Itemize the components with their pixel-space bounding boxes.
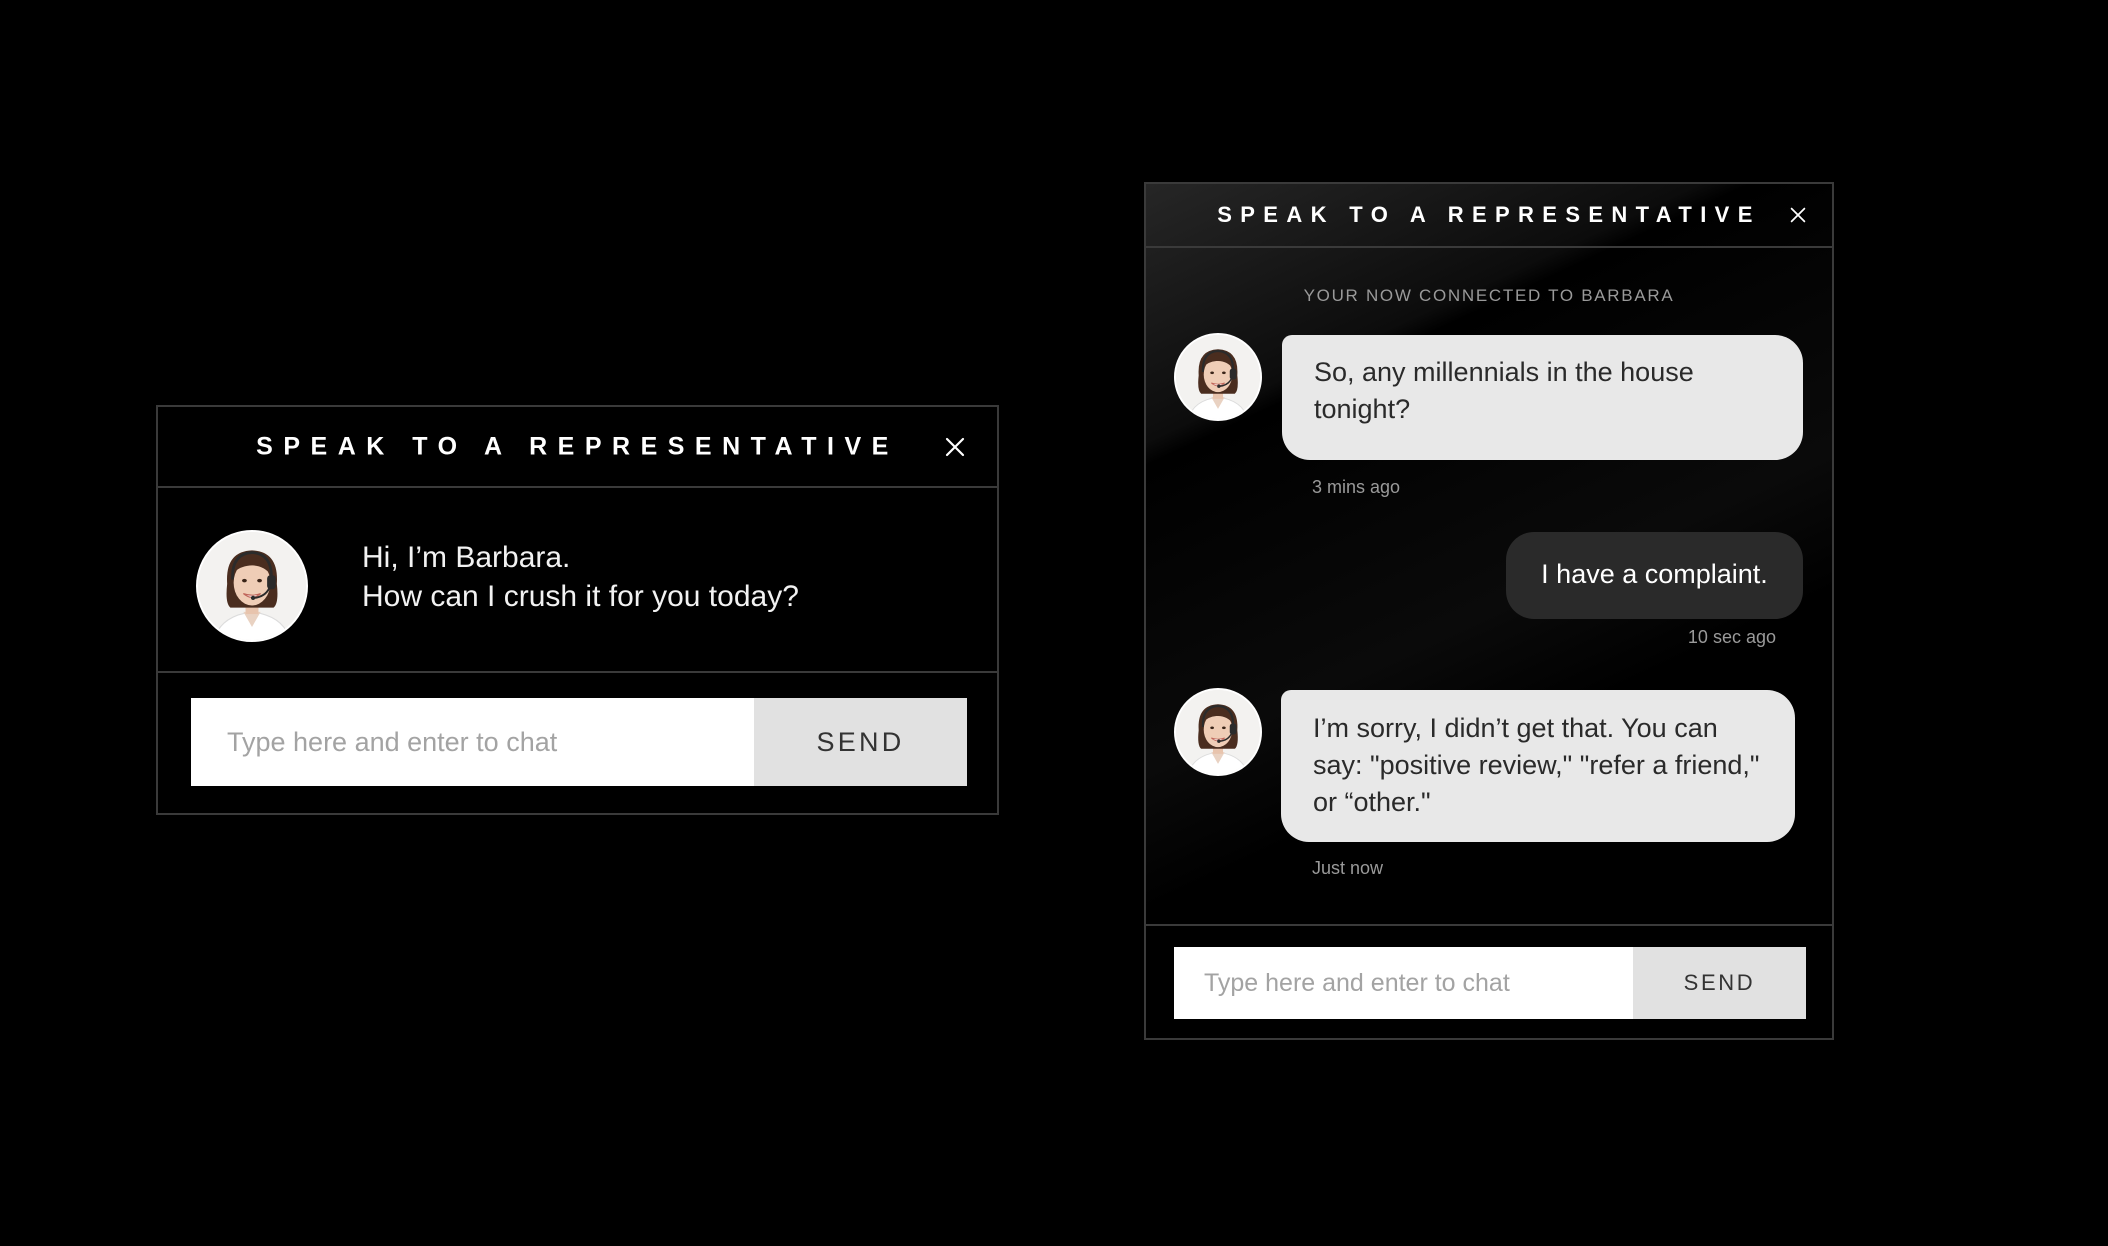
connection-status: YOUR NOW CONNECTED TO BARBARA (1303, 286, 1675, 305)
greeting-text: Hi, I’m Barbara. How can I crush it for … (362, 538, 799, 616)
send-button[interactable]: SEND (754, 698, 967, 786)
greeting-section: Hi, I’m Barbara. How can I crush it for … (158, 488, 997, 673)
chat-input-row: SEND (191, 698, 967, 786)
widget-header: SPEAK TO A REPRESENTATIVE (158, 407, 997, 488)
conversation-chat-widget: SPEAK TO A REPRESENTATIVE YOUR NOW CONNE… (1144, 182, 1834, 1040)
agent-message-bubble: I’m sorry, I didn’t get that. You can sa… (1281, 690, 1795, 842)
message-timestamp: 10 sec ago (1687, 627, 1776, 647)
greeting-line-2: How can I crush it for you today? (362, 580, 799, 613)
chat-input-row: SEND (1174, 947, 1806, 1019)
agent-message-bubble: So, any millennials in the house tonight… (1282, 335, 1803, 460)
chat-input[interactable] (1174, 947, 1633, 1019)
close-icon[interactable] (945, 437, 965, 457)
welcome-chat-widget: SPEAK TO A REPRESENTATIVE Hi, I’m Barbar… (156, 405, 999, 815)
chat-input[interactable] (191, 698, 754, 786)
send-button[interactable]: SEND (1633, 947, 1806, 1019)
user-message-bubble: I have a complaint. (1506, 532, 1803, 619)
agent-avatar (1174, 333, 1262, 421)
widget-header: SPEAK TO A REPRESENTATIVE (1146, 184, 1832, 248)
message-timestamp: 3 mins ago (1312, 477, 1401, 497)
input-divider (1146, 924, 1832, 926)
greeting-line-1: Hi, I’m Barbara. (362, 541, 571, 574)
agent-avatar (1174, 688, 1262, 776)
agent-avatar (196, 530, 308, 642)
widget-title: SPEAK TO A REPRESENTATIVE (1217, 202, 1761, 227)
close-icon[interactable] (1790, 207, 1806, 223)
widget-title: SPEAK TO A REPRESENTATIVE (256, 432, 899, 460)
message-timestamp: Just now (1312, 858, 1384, 878)
